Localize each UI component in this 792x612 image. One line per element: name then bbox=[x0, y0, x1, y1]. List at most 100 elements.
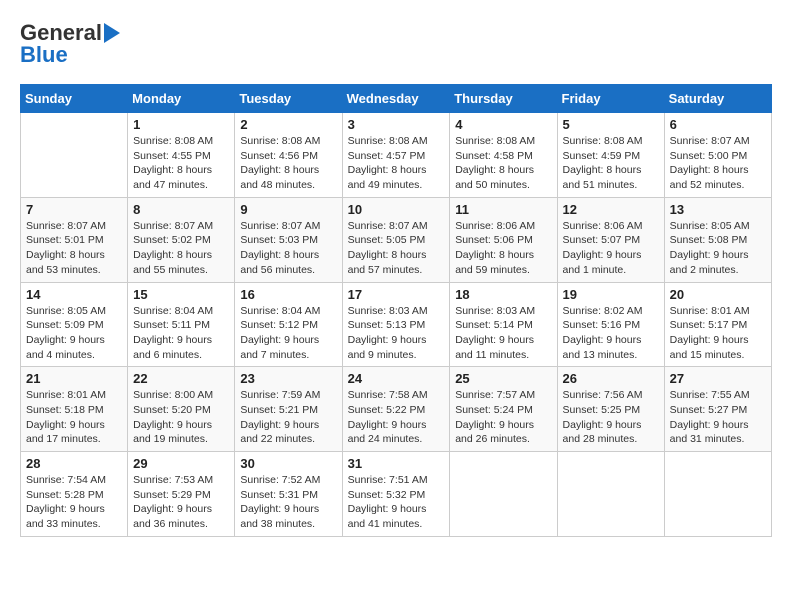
day-number: 2 bbox=[240, 117, 336, 132]
day-number: 9 bbox=[240, 202, 336, 217]
day-info: Sunrise: 8:03 AMSunset: 5:13 PMDaylight:… bbox=[348, 304, 445, 363]
calendar-cell bbox=[664, 452, 771, 537]
header-tuesday: Tuesday bbox=[235, 85, 342, 113]
day-info: Sunrise: 7:53 AMSunset: 5:29 PMDaylight:… bbox=[133, 473, 229, 532]
day-info: Sunrise: 8:01 AMSunset: 5:18 PMDaylight:… bbox=[26, 388, 122, 447]
day-number: 22 bbox=[133, 371, 229, 386]
calendar-cell: 4 Sunrise: 8:08 AMSunset: 4:58 PMDaylight… bbox=[450, 113, 557, 198]
day-number: 12 bbox=[563, 202, 659, 217]
calendar-cell: 30 Sunrise: 7:52 AMSunset: 5:31 PMDayligh… bbox=[235, 452, 342, 537]
calendar-week-5: 28 Sunrise: 7:54 AMSunset: 5:28 PMDayligh… bbox=[21, 452, 772, 537]
day-info: Sunrise: 8:07 AMSunset: 5:05 PMDaylight:… bbox=[348, 219, 445, 278]
day-info: Sunrise: 8:08 AMSunset: 4:59 PMDaylight:… bbox=[563, 134, 659, 193]
day-info: Sunrise: 8:07 AMSunset: 5:00 PMDaylight:… bbox=[670, 134, 766, 193]
day-info: Sunrise: 8:04 AMSunset: 5:11 PMDaylight:… bbox=[133, 304, 229, 363]
day-info: Sunrise: 8:00 AMSunset: 5:20 PMDaylight:… bbox=[133, 388, 229, 447]
day-number: 29 bbox=[133, 456, 229, 471]
day-number: 27 bbox=[670, 371, 766, 386]
header-monday: Monday bbox=[128, 85, 235, 113]
day-info: Sunrise: 8:08 AMSunset: 4:57 PMDaylight:… bbox=[348, 134, 445, 193]
calendar-cell: 9 Sunrise: 8:07 AMSunset: 5:03 PMDaylight… bbox=[235, 197, 342, 282]
calendar-table: SundayMondayTuesdayWednesdayThursdayFrid… bbox=[20, 84, 772, 537]
calendar-cell: 21 Sunrise: 8:01 AMSunset: 5:18 PMDayligh… bbox=[21, 367, 128, 452]
day-number: 30 bbox=[240, 456, 336, 471]
day-info: Sunrise: 8:05 AMSunset: 5:09 PMDaylight:… bbox=[26, 304, 122, 363]
logo-blue: Blue bbox=[20, 42, 68, 68]
calendar-cell: 8 Sunrise: 8:07 AMSunset: 5:02 PMDaylight… bbox=[128, 197, 235, 282]
day-number: 7 bbox=[26, 202, 122, 217]
day-number: 11 bbox=[455, 202, 551, 217]
calendar-cell: 11 Sunrise: 8:06 AMSunset: 5:06 PMDayligh… bbox=[450, 197, 557, 282]
day-number: 26 bbox=[563, 371, 659, 386]
day-info: Sunrise: 8:05 AMSunset: 5:08 PMDaylight:… bbox=[670, 219, 766, 278]
calendar-cell: 20 Sunrise: 8:01 AMSunset: 5:17 PMDayligh… bbox=[664, 282, 771, 367]
calendar-cell bbox=[557, 452, 664, 537]
day-number: 24 bbox=[348, 371, 445, 386]
calendar-cell: 17 Sunrise: 8:03 AMSunset: 5:13 PMDayligh… bbox=[342, 282, 450, 367]
day-number: 21 bbox=[26, 371, 122, 386]
calendar-cell: 13Sunrise: 8:05 AMSunset: 5:08 PMDayligh… bbox=[664, 197, 771, 282]
day-info: Sunrise: 8:03 AMSunset: 5:14 PMDaylight:… bbox=[455, 304, 551, 363]
calendar-cell: 14 Sunrise: 8:05 AMSunset: 5:09 PMDayligh… bbox=[21, 282, 128, 367]
day-info: Sunrise: 8:08 AMSunset: 4:55 PMDaylight:… bbox=[133, 134, 229, 193]
day-info: Sunrise: 8:01 AMSunset: 5:17 PMDaylight:… bbox=[670, 304, 766, 363]
day-info: Sunrise: 8:07 AMSunset: 5:01 PMDaylight:… bbox=[26, 219, 122, 278]
day-info: Sunrise: 7:51 AMSunset: 5:32 PMDaylight:… bbox=[348, 473, 445, 532]
calendar-cell: 10Sunrise: 8:07 AMSunset: 5:05 PMDayligh… bbox=[342, 197, 450, 282]
day-number: 28 bbox=[26, 456, 122, 471]
day-number: 18 bbox=[455, 287, 551, 302]
day-number: 6 bbox=[670, 117, 766, 132]
header-sunday: Sunday bbox=[21, 85, 128, 113]
header-saturday: Saturday bbox=[664, 85, 771, 113]
calendar-cell: 24 Sunrise: 7:58 AMSunset: 5:22 PMDayligh… bbox=[342, 367, 450, 452]
day-info: Sunrise: 8:06 AMSunset: 5:07 PMDaylight:… bbox=[563, 219, 659, 278]
day-number: 16 bbox=[240, 287, 336, 302]
calendar-cell: 18 Sunrise: 8:03 AMSunset: 5:14 PMDayligh… bbox=[450, 282, 557, 367]
day-number: 20 bbox=[670, 287, 766, 302]
day-info: Sunrise: 8:06 AMSunset: 5:06 PMDaylight:… bbox=[455, 219, 551, 278]
day-number: 23 bbox=[240, 371, 336, 386]
calendar-cell: 31 Sunrise: 7:51 AMSunset: 5:32 PMDayligh… bbox=[342, 452, 450, 537]
calendar-cell: 23 Sunrise: 7:59 AMSunset: 5:21 PMDayligh… bbox=[235, 367, 342, 452]
calendar-cell: 25Sunrise: 7:57 AMSunset: 5:24 PMDayligh… bbox=[450, 367, 557, 452]
day-number: 1 bbox=[133, 117, 229, 132]
calendar-week-4: 21 Sunrise: 8:01 AMSunset: 5:18 PMDayligh… bbox=[21, 367, 772, 452]
calendar-header-row: SundayMondayTuesdayWednesdayThursdayFrid… bbox=[21, 85, 772, 113]
day-number: 4 bbox=[455, 117, 551, 132]
day-info: Sunrise: 7:59 AMSunset: 5:21 PMDaylight:… bbox=[240, 388, 336, 447]
calendar-cell: 26 Sunrise: 7:56 AMSunset: 5:25 PMDayligh… bbox=[557, 367, 664, 452]
calendar-week-1: 1 Sunrise: 8:08 AMSunset: 4:55 PMDaylight… bbox=[21, 113, 772, 198]
day-info: Sunrise: 8:07 AMSunset: 5:02 PMDaylight:… bbox=[133, 219, 229, 278]
calendar-cell: 19 Sunrise: 8:02 AMSunset: 5:16 PMDayligh… bbox=[557, 282, 664, 367]
day-number: 19 bbox=[563, 287, 659, 302]
calendar-cell: 5 Sunrise: 8:08 AMSunset: 4:59 PMDaylight… bbox=[557, 113, 664, 198]
calendar-cell: 16 Sunrise: 8:04 AMSunset: 5:12 PMDayligh… bbox=[235, 282, 342, 367]
calendar-cell: 3 Sunrise: 8:08 AMSunset: 4:57 PMDaylight… bbox=[342, 113, 450, 198]
page-header: General Blue bbox=[20, 20, 772, 68]
header-thursday: Thursday bbox=[450, 85, 557, 113]
day-number: 15 bbox=[133, 287, 229, 302]
day-info: Sunrise: 7:54 AMSunset: 5:28 PMDaylight:… bbox=[26, 473, 122, 532]
day-info: Sunrise: 7:52 AMSunset: 5:31 PMDaylight:… bbox=[240, 473, 336, 532]
calendar-cell: 1 Sunrise: 8:08 AMSunset: 4:55 PMDaylight… bbox=[128, 113, 235, 198]
logo-arrow-icon bbox=[104, 23, 120, 43]
day-info: Sunrise: 8:02 AMSunset: 5:16 PMDaylight:… bbox=[563, 304, 659, 363]
calendar-cell: 7 Sunrise: 8:07 AMSunset: 5:01 PMDaylight… bbox=[21, 197, 128, 282]
day-number: 14 bbox=[26, 287, 122, 302]
day-info: Sunrise: 8:04 AMSunset: 5:12 PMDaylight:… bbox=[240, 304, 336, 363]
day-number: 3 bbox=[348, 117, 445, 132]
calendar-cell: 22 Sunrise: 8:00 AMSunset: 5:20 PMDayligh… bbox=[128, 367, 235, 452]
day-number: 31 bbox=[348, 456, 445, 471]
calendar-cell: 27Sunrise: 7:55 AMSunset: 5:27 PMDayligh… bbox=[664, 367, 771, 452]
header-wednesday: Wednesday bbox=[342, 85, 450, 113]
calendar-cell: 28 Sunrise: 7:54 AMSunset: 5:28 PMDayligh… bbox=[21, 452, 128, 537]
day-number: 17 bbox=[348, 287, 445, 302]
day-info: Sunrise: 7:56 AMSunset: 5:25 PMDaylight:… bbox=[563, 388, 659, 447]
day-info: Sunrise: 7:58 AMSunset: 5:22 PMDaylight:… bbox=[348, 388, 445, 447]
day-info: Sunrise: 8:08 AMSunset: 4:58 PMDaylight:… bbox=[455, 134, 551, 193]
day-info: Sunrise: 8:07 AMSunset: 5:03 PMDaylight:… bbox=[240, 219, 336, 278]
calendar-cell: 6 Sunrise: 8:07 AMSunset: 5:00 PMDaylight… bbox=[664, 113, 771, 198]
day-number: 8 bbox=[133, 202, 229, 217]
calendar-cell bbox=[21, 113, 128, 198]
day-number: 5 bbox=[563, 117, 659, 132]
